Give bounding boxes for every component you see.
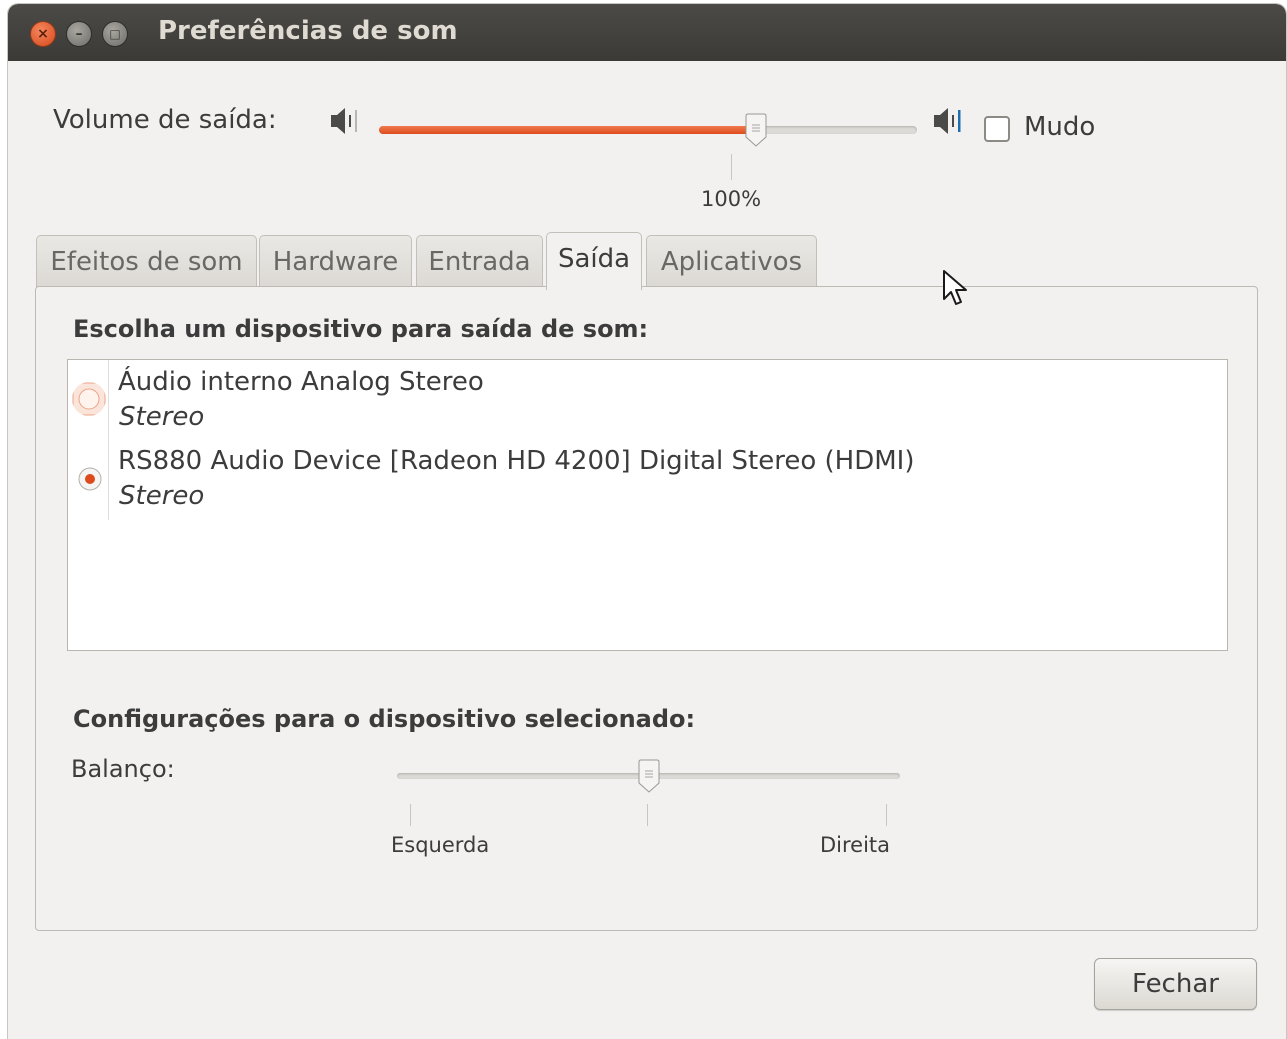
device-radio-unselected[interactable] (72, 382, 106, 416)
tab-input[interactable]: Entrada (416, 235, 543, 287)
window-close-button[interactable]: × (30, 21, 56, 47)
window-minimize-button[interactable]: – (66, 21, 92, 47)
balance-handle[interactable] (638, 759, 660, 793)
tab-hardware[interactable]: Hardware (259, 235, 412, 287)
output-volume-label: Volume de saída: (53, 105, 277, 135)
window-maximize-button[interactable]: □ (102, 21, 128, 47)
balance-right-tick (886, 804, 887, 826)
device-radio-selected[interactable] (77, 466, 103, 492)
device-name: Áudio interno Analog Stereo (118, 367, 484, 397)
tab-applications[interactable]: Aplicativos (646, 235, 817, 287)
device-profile: Stereo (119, 481, 205, 511)
window-title: Preferências de som (158, 16, 458, 46)
volume-100-tick (731, 154, 732, 180)
mouse-pointer-icon (943, 270, 967, 305)
mute-label[interactable]: Mudo (1024, 112, 1095, 142)
balance-left-label: Esquerda (391, 833, 490, 857)
close-button[interactable]: Fechar (1094, 958, 1257, 1010)
device-profile: Stereo (119, 402, 205, 432)
output-device-heading: Escolha um dispositivo para saída de som… (73, 315, 649, 343)
balance-label: Balanço: (71, 755, 175, 783)
output-volume-slider[interactable] (379, 126, 917, 134)
tab-sound-effects[interactable]: Efeitos de som (36, 235, 257, 287)
device-name: RS880 Audio Device [Radeon HD 4200] Digi… (118, 446, 915, 476)
title-bar[interactable]: × – □ Preferências de som (8, 4, 1286, 61)
output-volume-handle[interactable] (745, 113, 767, 147)
output-device-list[interactable] (67, 359, 1228, 651)
device-list-column-separator (108, 360, 109, 520)
volume-value-label: 100% (701, 187, 762, 211)
balance-left-tick (410, 804, 411, 826)
mute-checkbox[interactable] (984, 116, 1010, 142)
balance-center-tick (647, 804, 648, 826)
balance-right-label: Direita (820, 833, 891, 857)
device-settings-heading: Configurações para o dispositivo selecio… (73, 705, 696, 733)
sound-preferences-window: × – □ Preferências de som Volume de saíd… (8, 4, 1286, 1039)
speaker-low-icon (331, 108, 357, 134)
output-volume-fill (379, 126, 756, 134)
speaker-high-icon (934, 108, 961, 134)
tab-output[interactable]: Saída (546, 232, 642, 290)
